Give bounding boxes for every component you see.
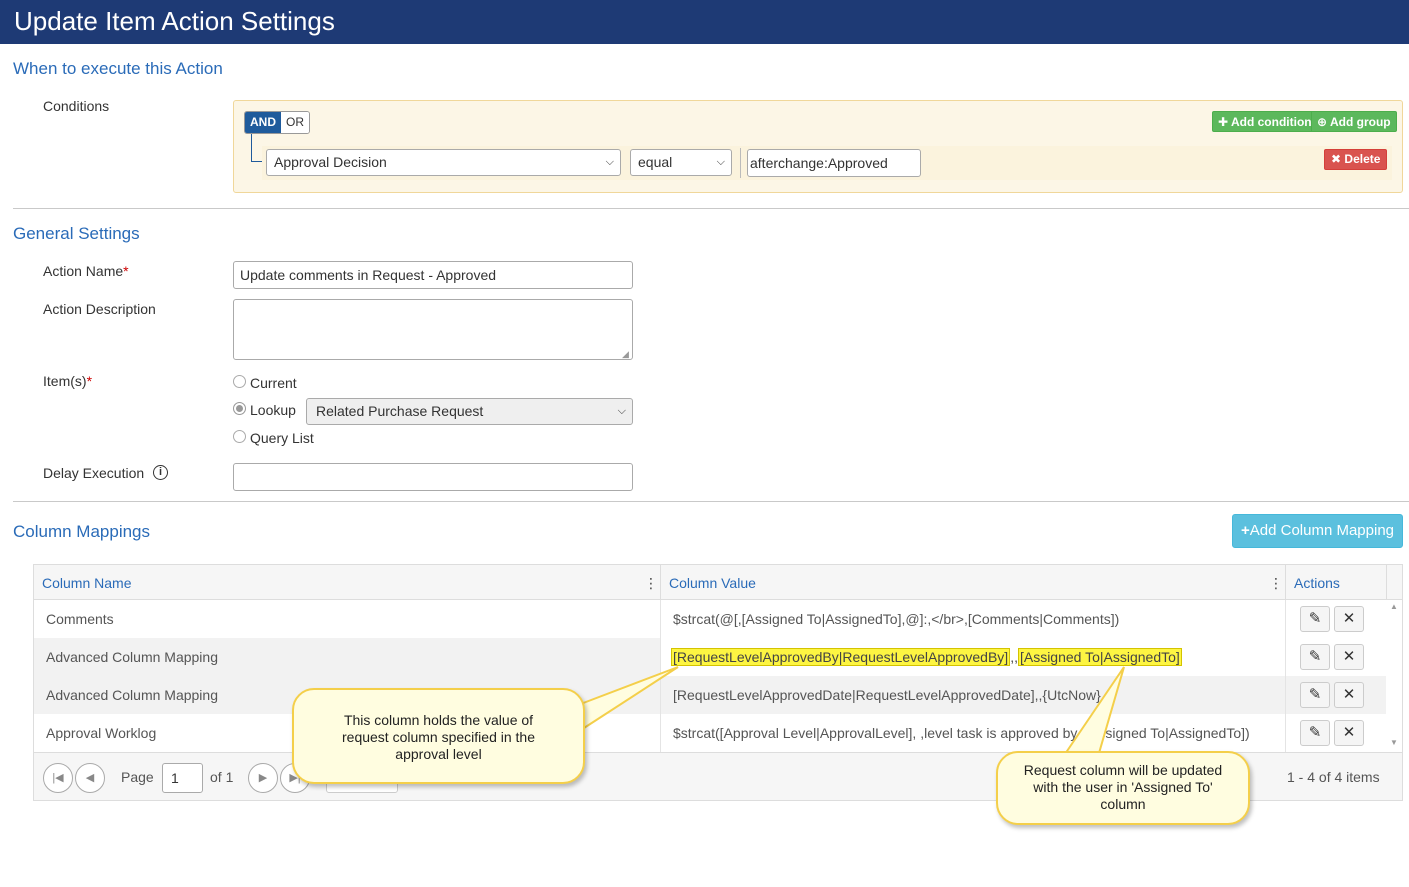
divider [740,148,741,178]
page-count-label: of 1 [210,769,234,785]
column-divider [1285,600,1286,638]
table-row[interactable]: Advanced Column Mapping [RequestLevelApp… [34,638,1386,676]
info-icon[interactable]: i [153,465,168,480]
items-label: Item(s)* [43,373,93,389]
delay-execution-input[interactable] [233,463,633,491]
first-page-icon[interactable]: |◀ [43,763,73,793]
edit-icon[interactable]: ✎ [1300,644,1330,670]
close-icon[interactable]: ✕ [1334,720,1364,746]
plus-icon: + [1240,522,1250,539]
radio-lookup-label: Lookup [250,402,296,418]
column-menu-icon[interactable]: ⋮ [644,576,658,590]
plus-icon: ✚ [1218,115,1229,129]
add-column-mapping-button[interactable]: +Add Column Mapping [1232,514,1403,548]
required-marker: * [86,373,93,389]
condition-builder: AND OR ✚ Add condition ⊕ Add group Appro… [233,100,1403,193]
action-name-label: Action Name* [43,263,129,279]
cell-column-value: [RequestLevelApprovedBy|RequestLevelAppr… [671,648,1182,666]
table-row[interactable]: Comments $strcat(@[,[Assigned To|Assigne… [34,600,1386,638]
edit-icon[interactable]: ✎ [1300,682,1330,708]
mappings-section-title: Column Mappings [13,522,151,541]
delete-rule-button[interactable]: ✖ Delete [1324,149,1388,170]
chevron-down-icon: ⌵ [617,405,626,417]
cell-column-value: [RequestLevelApprovedDate|RequestLevelAp… [673,687,1101,703]
callout-right: Request column will be updated with the … [996,751,1250,825]
lookup-select[interactable]: Related Purchase Request ⌵ [306,398,633,425]
close-icon[interactable]: ✕ [1334,644,1364,670]
plus-circle-icon: ⊕ [1317,115,1328,129]
resize-handle-icon[interactable]: ◢ [622,349,629,360]
rule-operator-select[interactable]: equal ⌵ [630,149,732,176]
column-divider [1285,638,1286,676]
radio-lookup[interactable] [233,402,246,415]
column-header-value[interactable]: Column Value [661,565,1285,599]
rule-row: Approval Decision ⌵ equal ⌵ afterchange:… [262,146,1392,180]
page-title: Update Item Action Settings [0,0,1409,44]
column-divider [1285,714,1286,752]
action-description-label: Action Description [43,301,156,317]
and-button[interactable]: AND [245,112,281,133]
required-marker: * [123,263,129,279]
radio-current-label: Current [250,375,297,391]
radio-query-list[interactable] [233,430,246,443]
column-header-name[interactable]: Column Name [34,565,660,599]
conditions-label: Conditions [43,98,110,114]
edit-icon[interactable]: ✎ [1300,606,1330,632]
delay-execution-label: Delay Execution [43,465,145,481]
close-icon[interactable]: ✕ [1334,606,1364,632]
column-divider [1386,565,1387,599]
action-description-textarea[interactable] [233,299,633,360]
table-row[interactable]: Advanced Column Mapping [RequestLevelApp… [34,676,1386,714]
close-icon[interactable]: ✕ [1334,682,1364,708]
cell-column-value: $strcat(@[,[Assigned To|AssignedTo],@]:,… [673,611,1120,627]
close-icon: ✖ [1331,152,1342,166]
grid-header: Column Name ⋮ Column Value ⋮ Actions [34,565,1402,600]
radio-query-list-label: Query List [250,430,314,446]
vertical-scrollbar[interactable]: ▲ ▼ [1387,600,1402,752]
cell-column-name: Comments [46,611,114,627]
pager-summary: 1 - 4 of 4 items [1287,769,1380,785]
when-section-title: When to execute this Action [13,59,223,78]
next-page-icon[interactable]: ▶ [248,763,278,793]
page-label: Page [121,769,154,785]
section-divider [13,501,1409,502]
edit-icon[interactable]: ✎ [1300,720,1330,746]
chevron-down-icon: ⌵ [716,156,725,168]
scroll-down-icon[interactable]: ▼ [1390,738,1398,747]
general-section-title: General Settings [13,224,140,243]
section-divider [13,208,1409,209]
page-number-input[interactable]: 1 [162,763,203,793]
radio-current[interactable] [233,375,246,388]
previous-page-icon[interactable]: ◀ [75,763,105,793]
column-menu-icon[interactable]: ⋮ [1269,576,1283,590]
table-row[interactable]: Approval Worklog $strcat([Approval Level… [34,714,1386,752]
and-or-toggle: AND OR [244,111,310,134]
column-divider [1285,676,1286,714]
highlight-approved-by: [RequestLevelApprovedBy|RequestLevelAppr… [671,648,1011,666]
rule-value-input[interactable]: afterchange:Approved [747,149,921,177]
highlight-assigned-to: [Assigned To|AssignedTo] [1017,648,1182,666]
cell-column-name: Advanced Column Mapping [34,638,660,676]
cell-column-value: $strcat([Approval Level|ApprovalLevel], … [673,725,1250,741]
or-button[interactable]: OR [281,112,309,133]
callout-left: This column holds the value of request c… [292,688,585,784]
add-group-button[interactable]: ⊕ Add group [1311,111,1397,132]
column-header-actions: Actions [1294,575,1340,591]
action-name-input[interactable]: Update comments in Request - Approved [233,261,633,289]
rule-field-select[interactable]: Approval Decision ⌵ [266,149,621,176]
chevron-down-icon: ⌵ [605,156,614,168]
add-condition-button[interactable]: ✚ Add condition [1212,111,1318,132]
scroll-up-icon[interactable]: ▲ [1390,602,1398,611]
